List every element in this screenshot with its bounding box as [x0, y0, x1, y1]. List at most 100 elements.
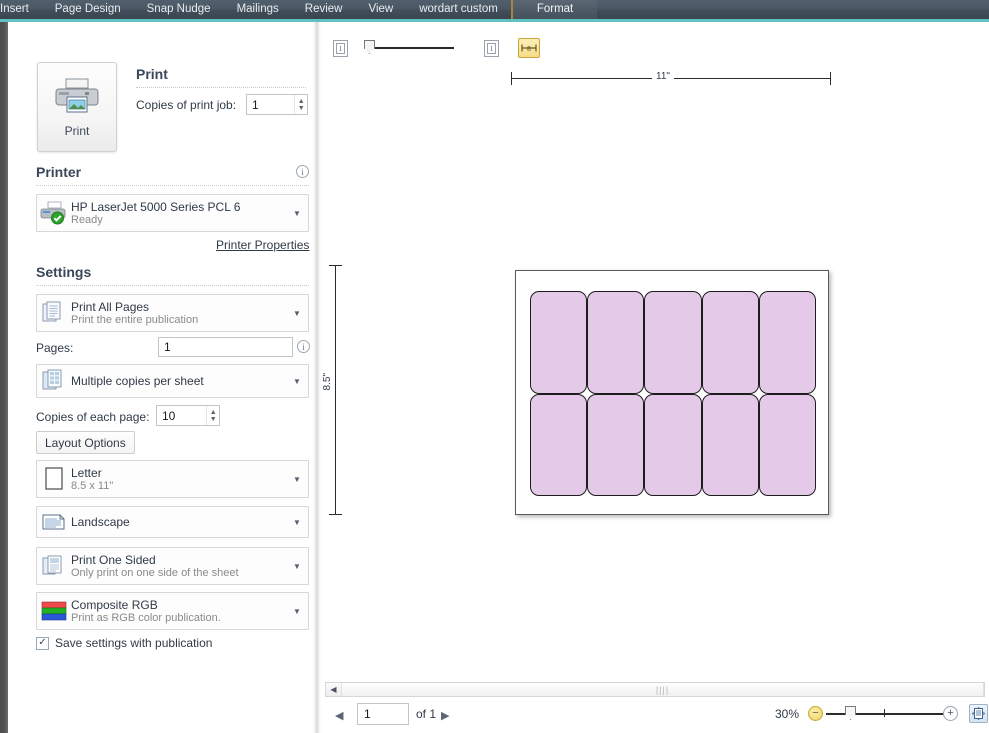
prev-page-icon[interactable]: ◀: [335, 709, 343, 722]
print-button-label: Print: [64, 123, 90, 138]
print-preview-window: Insert Page Design Snap Nudge Mailings R…: [0, 0, 989, 733]
preview-page-slider-track[interactable]: [366, 47, 454, 49]
preview-status-bar: ◀ of 1 ▶ 30% − +: [321, 701, 989, 733]
paper-size-title: Letter: [71, 465, 102, 480]
chevron-left-icon[interactable]: ◀: [326, 683, 341, 696]
label-cell[interactable]: [587, 393, 645, 496]
settings-heading: Settings: [36, 264, 92, 280]
copies-each-stepper-arrows[interactable]: ▲ ▼: [206, 406, 219, 425]
chevron-down-icon[interactable]: ▼: [286, 518, 308, 527]
ruler-horizontal-label: 11": [652, 71, 674, 82]
tab-wordart-custom[interactable]: wordart custom: [406, 0, 511, 19]
chevron-down-icon[interactable]: ▼: [286, 377, 308, 386]
chevron-down-icon[interactable]: ▼: [286, 562, 308, 571]
save-settings-checkbox[interactable]: ✓: [36, 636, 49, 650]
save-settings-checkbox-row[interactable]: ✓ Save settings with publication: [36, 636, 212, 650]
printer-properties-link[interactable]: Printer Properties: [216, 238, 309, 252]
scrollbar-thumb[interactable]: ||||: [341, 683, 984, 696]
print-preview-area: 1 1 8 11" 8.5" ◀ |||| ◀ 1 of 1 ▶ 30% − +: [321, 22, 989, 733]
printer-heading-rule: [36, 185, 309, 186]
color-mode-title: Composite RGB: [71, 597, 158, 612]
pages-icon: [37, 301, 71, 325]
sheet-layout-select[interactable]: Multiple copies per sheet ▼: [36, 364, 309, 398]
printer-status-icon: [37, 201, 71, 225]
page-back-icon[interactable]: 1: [484, 40, 499, 57]
print-settings-panel: Print Print Copies of print job: ▲ ▼ Pri…: [8, 22, 313, 733]
paper-icon: [37, 466, 71, 492]
stepper-down-icon[interactable]: ▼: [210, 416, 217, 423]
ribbon-tab-bar: Insert Page Design Snap Nudge Mailings R…: [0, 0, 989, 19]
label-cell[interactable]: [758, 291, 816, 394]
printer-heading: Printer: [36, 164, 82, 180]
tab-insert[interactable]: Insert: [0, 0, 42, 19]
preview-page-slider-thumb[interactable]: [364, 40, 375, 54]
tab-snap-nudge[interactable]: Snap Nudge: [134, 0, 224, 19]
copies-stepper-arrows[interactable]: ▲ ▼: [294, 95, 307, 114]
label-cell[interactable]: [701, 291, 759, 394]
print-range-select[interactable]: Print All Pages Print the entire publica…: [36, 294, 309, 332]
multi-copies-icon: [37, 369, 71, 393]
print-range-text: Print All Pages Print the entire publica…: [71, 300, 286, 327]
page-preview-sheet[interactable]: [515, 270, 829, 515]
label-cell[interactable]: [530, 291, 588, 394]
page-number-input[interactable]: [358, 704, 408, 724]
label-cell[interactable]: [530, 393, 588, 496]
pages-field[interactable]: [158, 337, 293, 357]
label-cell[interactable]: [758, 393, 816, 496]
ruler-vertical-label: 8.5": [322, 369, 333, 395]
color-mode-select[interactable]: Composite RGB Print as RGB color publica…: [36, 592, 309, 630]
pages-info-icon[interactable]: i: [297, 340, 310, 353]
print-button[interactable]: Print: [37, 62, 117, 152]
print-range-title: Print All Pages: [71, 299, 150, 314]
tab-page-design[interactable]: Page Design: [42, 0, 134, 19]
preview-horizontal-scrollbar[interactable]: ◀ ||||: [325, 682, 985, 697]
stepper-down-icon[interactable]: ▼: [298, 105, 305, 112]
chevron-down-icon[interactable]: ▼: [286, 475, 308, 484]
ruler-horizontal: 11": [511, 71, 831, 86]
page-number-field[interactable]: [357, 703, 409, 725]
tab-view[interactable]: View: [355, 0, 406, 19]
printer-select[interactable]: HP LaserJet 5000 Series PCL 6 Ready ▼: [36, 194, 309, 232]
label-cell[interactable]: [644, 393, 702, 496]
orientation-select[interactable]: Landscape ▼: [36, 506, 309, 538]
chevron-down-icon[interactable]: ▼: [286, 209, 308, 218]
chevron-down-icon[interactable]: ▼: [286, 607, 308, 616]
zoom-in-icon[interactable]: +: [943, 706, 958, 721]
paper-size-select[interactable]: Letter 8.5 x 11" ▼: [36, 460, 309, 498]
label-cell[interactable]: [701, 393, 759, 496]
single-page-view-icon[interactable]: [969, 704, 988, 723]
svg-text:1: 1: [490, 45, 494, 53]
page-front-icon[interactable]: 1: [333, 40, 348, 57]
label-cell[interactable]: [644, 291, 702, 394]
layout-options-button[interactable]: Layout Options: [36, 431, 135, 454]
copies-each-page-stepper[interactable]: ▲ ▼: [156, 405, 220, 426]
sheet-layout-title: Multiple copies per sheet: [71, 374, 204, 388]
paper-size-subtitle: 8.5 x 11": [71, 479, 114, 492]
print-sides-title: Print One Sided: [71, 552, 156, 567]
label-sheet-grid: [530, 291, 816, 496]
panel-divider: [313, 22, 321, 733]
stepper-up-icon[interactable]: ▲: [298, 98, 305, 105]
left-rail: [0, 22, 8, 733]
label-cell[interactable]: [587, 291, 645, 394]
tab-mailings[interactable]: Mailings: [224, 0, 292, 19]
zoom-out-icon[interactable]: −: [808, 706, 823, 721]
next-page-icon[interactable]: ▶: [441, 709, 449, 722]
copies-of-print-job-stepper[interactable]: ▲ ▼: [246, 94, 308, 115]
chevron-down-icon[interactable]: ▼: [286, 309, 308, 318]
sheet-layout-text: Multiple copies per sheet: [71, 374, 286, 388]
tab-format[interactable]: Format: [510, 0, 598, 19]
zoom-slider-track[interactable]: [826, 713, 944, 715]
printer-info-icon[interactable]: i: [296, 165, 309, 178]
print-sides-select[interactable]: Print One Sided Only print on one side o…: [36, 547, 309, 585]
pages-input[interactable]: [159, 338, 292, 356]
zoom-slider-thumb[interactable]: [845, 706, 856, 720]
ruler-measure-icon[interactable]: 8: [518, 38, 540, 58]
paper-size-text: Letter 8.5 x 11": [71, 466, 286, 493]
copies-of-print-job-input[interactable]: [247, 95, 295, 114]
stepper-up-icon[interactable]: ▲: [210, 409, 217, 416]
copies-each-page-input[interactable]: [157, 406, 207, 425]
tab-review[interactable]: Review: [292, 0, 356, 19]
save-settings-label: Save settings with publication: [55, 636, 213, 650]
landscape-icon: [37, 511, 71, 533]
